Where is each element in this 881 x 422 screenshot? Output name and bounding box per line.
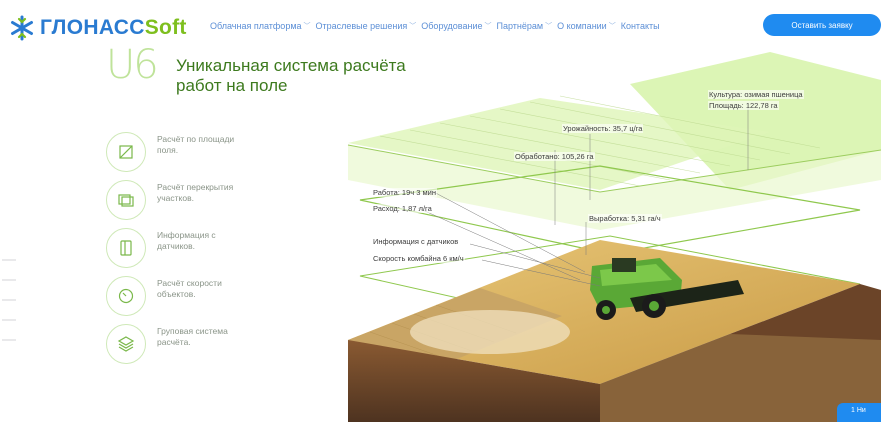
brand-logo[interactable]: ГЛОНАССSoft [8,14,187,42]
label-area: Площадь: 122,78 га [708,101,779,110]
label-culture: Культура: озимая пшеница [708,90,804,99]
sensor-icon [106,228,146,268]
brand-name: ГЛОНАССSoft [40,16,187,39]
product-badge: U6 [106,42,159,88]
nav-item-cloud-platform[interactable]: Облачная платформа ﹀ [210,21,311,31]
request-button[interactable]: Оставить заявку [763,14,881,36]
nav-item-partners[interactable]: Партнёрам ﹀ [497,21,553,31]
chevron-down-icon: ﹀ [545,23,553,30]
area-calc-icon [106,132,146,172]
feature-item-overlap: Расчёт перекрытия участков. [106,180,276,228]
label-processed: Обработано: 105,26 га [514,152,595,161]
dust-cloud [410,310,570,354]
label-yield: Урожайность: 35,7 ц/га [562,124,644,133]
overlap-icon [106,180,146,220]
nav-item-industry-solutions[interactable]: Отраслевые решения ﹀ [316,21,417,31]
snowflake-logo-icon [11,15,33,41]
chevron-down-icon: ﹀ [608,23,616,30]
nav-item-about[interactable]: О компании ﹀ [557,21,616,31]
feature-item-speed: Расчёт скорости объектов. [106,276,276,324]
chevron-down-icon: ﹀ [409,23,417,30]
feature-list: Расчёт по площади поля. Расчёт перекрытия… [106,132,276,372]
speedometer-icon [106,276,146,316]
main-nav: Облачная платформа ﹀ Отраслевые решения ﹀ … [210,21,660,31]
chevron-down-icon: ﹀ [484,23,492,30]
chevron-down-icon: ﹀ [303,23,311,30]
field-visualization: Культура: озимая пшеница Площадь: 122,78… [300,40,881,422]
label-sensors: Информация с датчиков [372,237,460,246]
nav-item-equipment[interactable]: Оборудование ﹀ [421,21,491,31]
feature-item-sensors: Информация с датчиков. [106,228,276,276]
label-speed: Скорость комбайна 6 км/ч [372,254,465,263]
watermark-graphic [2,259,16,341]
label-output: Выработка: 5,31 га/ч [588,214,662,223]
label-consumption: Расход: 1,87 л/га [372,204,433,213]
feature-item-area: Расчёт по площади поля. [106,132,276,180]
nav-item-contacts[interactable]: Контакты [621,21,660,31]
floating-corner-button[interactable]: 1 Ни [837,403,881,422]
layers-icon [106,324,146,364]
label-work: Работа: 19ч 3 мин [372,188,437,197]
feature-item-group: Груповая система расчёта. [106,324,276,372]
